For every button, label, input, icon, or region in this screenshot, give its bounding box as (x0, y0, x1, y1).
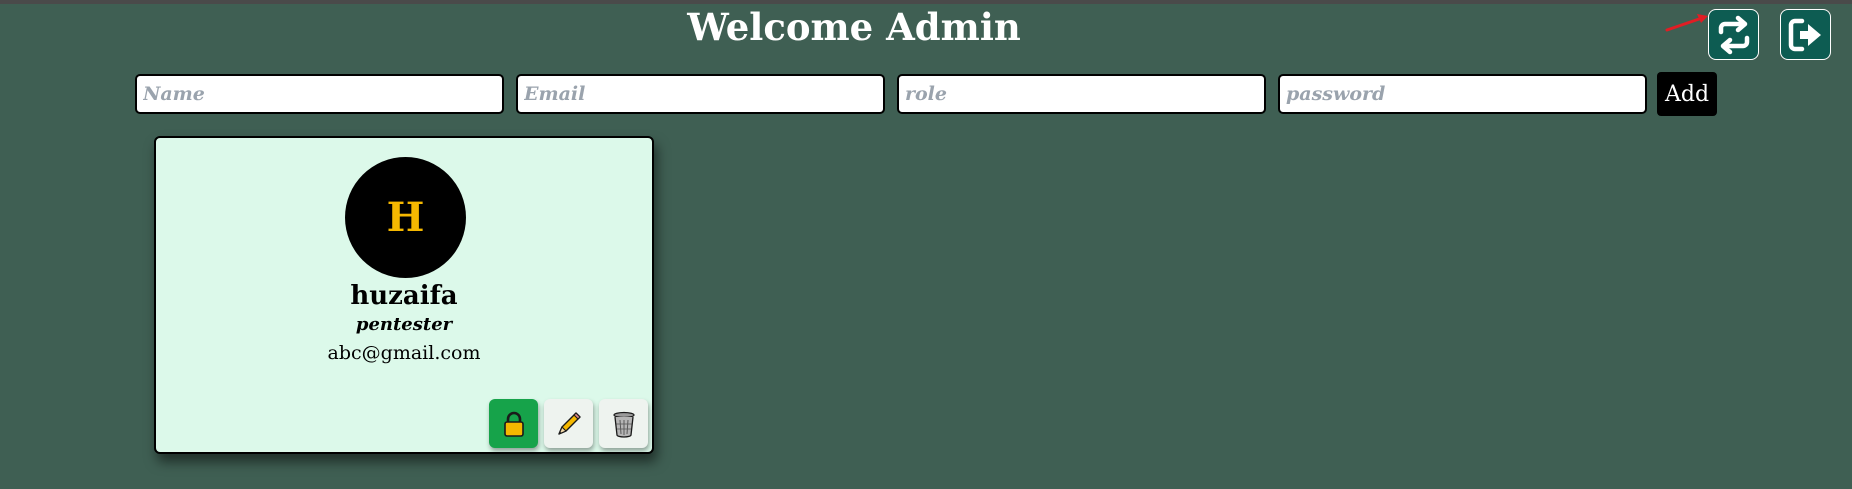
user-name: huzaifa (350, 281, 458, 311)
password-input[interactable] (1278, 74, 1647, 114)
trash-icon (612, 411, 635, 438)
user-role: pentester (355, 314, 453, 335)
refresh-swap-icon (1718, 15, 1749, 54)
red-arrow-annotation (1665, 14, 1708, 32)
lock-icon (503, 411, 524, 437)
name-input[interactable] (135, 74, 504, 114)
email-input[interactable] (516, 74, 885, 114)
avatar: H (345, 157, 466, 278)
user-email: abc@gmail.com (327, 342, 481, 364)
pencil-icon (557, 411, 581, 435)
user-card: H huzaifa pentester abc@gmail.com (154, 136, 654, 454)
logout-icon (1788, 18, 1821, 51)
lock-button[interactable] (489, 399, 538, 448)
add-button[interactable]: Add (1657, 72, 1717, 116)
role-input[interactable] (897, 74, 1266, 114)
refresh-button[interactable] (1708, 9, 1759, 60)
logout-button[interactable] (1780, 9, 1831, 60)
edit-button[interactable] (544, 399, 593, 448)
page-title: Welcome Admin (687, 5, 1021, 49)
add-user-form: Add (135, 72, 1717, 116)
delete-button[interactable] (599, 399, 648, 448)
